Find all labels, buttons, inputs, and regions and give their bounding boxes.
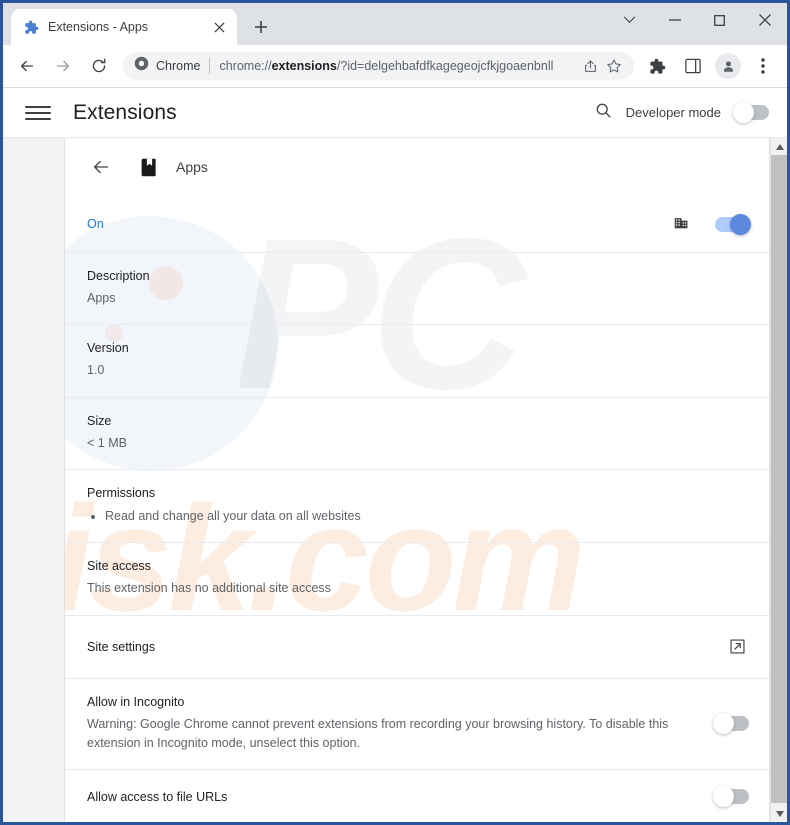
share-icon[interactable] (578, 54, 602, 78)
page-content: PC isk.com (3, 138, 787, 822)
row-allow-file-urls: Allow access to file URLs (65, 769, 769, 822)
row-value-description: Apps (87, 291, 116, 305)
puzzle-piece-icon (23, 19, 39, 35)
extension-title-row: Apps (65, 138, 769, 196)
browser-window: Extensions - Apps Chrome chrome://extens… (0, 0, 790, 825)
new-tab-button[interactable] (247, 13, 275, 41)
row-label-allow-file-urls: Allow access to file URLs (87, 789, 228, 804)
scroll-region: PC isk.com (3, 138, 770, 822)
row-label-permissions: Permissions (87, 486, 156, 501)
omnibox-actions (578, 54, 626, 78)
tab-title: Extensions - Apps (48, 20, 149, 34)
tab-close-icon[interactable] (209, 17, 229, 37)
row-label-version: Version (87, 341, 129, 356)
reload-button-icon[interactable] (84, 51, 114, 81)
row-site-access: Site access This extension has no additi… (65, 542, 769, 614)
row-value-size: < 1 MB (87, 435, 127, 450)
row-size: Size < 1 MB (65, 396, 769, 469)
side-panel-icon[interactable] (678, 51, 708, 81)
tab-search-chevron-icon[interactable] (607, 3, 652, 37)
row-label-description: Description (87, 269, 150, 283)
row-value-allow-incognito: Warning: Google Chrome cannot prevent ex… (87, 716, 669, 750)
bookmark-star-icon[interactable] (602, 54, 626, 78)
url-suffix: /?id=delgehbafdfkagegeojcfkjgoaenbnll (336, 59, 554, 73)
omnibox-separator (209, 58, 211, 74)
allow-incognito-toggle[interactable] (713, 713, 749, 735)
enabled-state-label: On (87, 217, 104, 231)
file-urls-body: Allow access to file URLs (87, 790, 715, 804)
url-prefix: chrome:// (219, 59, 272, 73)
book-icon (137, 155, 161, 179)
forward-button-icon[interactable] (48, 51, 78, 81)
row-version: Version 1.0 (65, 324, 769, 396)
url-bold-segment: extensions (271, 59, 337, 73)
row-site-settings[interactable]: Site settings (65, 614, 769, 678)
search-icon[interactable] (595, 102, 612, 124)
row-permissions: Permissions Read and change all your dat… (65, 469, 769, 542)
extension-name: Apps (176, 159, 208, 175)
extension-detail-card: PC isk.com (64, 138, 770, 822)
scroll-down-button[interactable] (771, 805, 787, 822)
permissions-list: Read and change all your data on all web… (87, 506, 749, 526)
minimize-button[interactable] (652, 3, 697, 37)
row-label-site-settings: Site settings (87, 639, 156, 654)
hamburger-menu-icon[interactable] (25, 100, 51, 126)
extensions-page-header: Extensions Developer mode (3, 88, 787, 138)
window-controls (607, 3, 787, 37)
header-actions: Developer mode (595, 102, 769, 124)
page-title: Extensions (73, 100, 177, 124)
profile-avatar[interactable] (715, 53, 741, 79)
external-link-icon[interactable] (725, 635, 749, 659)
scrollbar-thumb[interactable] (771, 155, 787, 803)
enabled-row-actions (673, 213, 751, 235)
extension-enabled-row: On (65, 196, 769, 252)
tab-strip: Extensions - Apps (3, 3, 787, 45)
close-button[interactable] (742, 3, 787, 37)
permission-item: Read and change all your data on all web… (105, 506, 749, 526)
row-value-version: 1.0 (87, 363, 105, 378)
site-settings-body: Site settings (87, 640, 725, 654)
address-bar[interactable]: Chrome chrome://extensions/?id=delgehbaf… (123, 52, 634, 80)
row-label-site-access: Site access (87, 559, 151, 574)
back-button-icon[interactable] (12, 51, 42, 81)
maximize-button[interactable] (697, 3, 742, 37)
developer-mode-toggle[interactable] (733, 102, 769, 123)
back-arrow-icon[interactable] (87, 153, 115, 181)
row-allow-incognito: Allow in Incognito Warning: Google Chrom… (65, 677, 769, 770)
extension-enable-toggle[interactable] (715, 213, 751, 235)
vertical-scrollbar[interactable] (770, 138, 787, 822)
extensions-puzzle-icon[interactable] (642, 51, 672, 81)
scroll-up-button[interactable] (771, 138, 787, 155)
row-label-size: Size (87, 413, 112, 428)
chrome-chip: Chrome (134, 56, 200, 76)
row-label-allow-incognito: Allow in Incognito (87, 694, 185, 709)
allow-file-urls-toggle[interactable] (713, 786, 749, 808)
chrome-logo-icon (134, 56, 149, 76)
chrome-menu-icon[interactable] (748, 51, 778, 81)
developer-mode-label: Developer mode (625, 105, 721, 120)
url-text: chrome://extensions/?id=delgehbafdfkageg… (219, 59, 578, 73)
enterprise-building-icon (673, 213, 690, 235)
row-description: Description Apps (65, 252, 769, 324)
browser-tab[interactable]: Extensions - Apps (11, 9, 237, 45)
chrome-chip-label: Chrome (156, 59, 201, 73)
incognito-body: Allow in Incognito Warning: Google Chrom… (87, 695, 715, 754)
row-value-site-access: This extension has no additional site ac… (87, 581, 331, 596)
browser-toolbar: Chrome chrome://extensions/?id=delgehbaf… (3, 45, 787, 88)
detail-rows: Apps On Description Apps Version 1.0 Siz… (65, 138, 769, 822)
